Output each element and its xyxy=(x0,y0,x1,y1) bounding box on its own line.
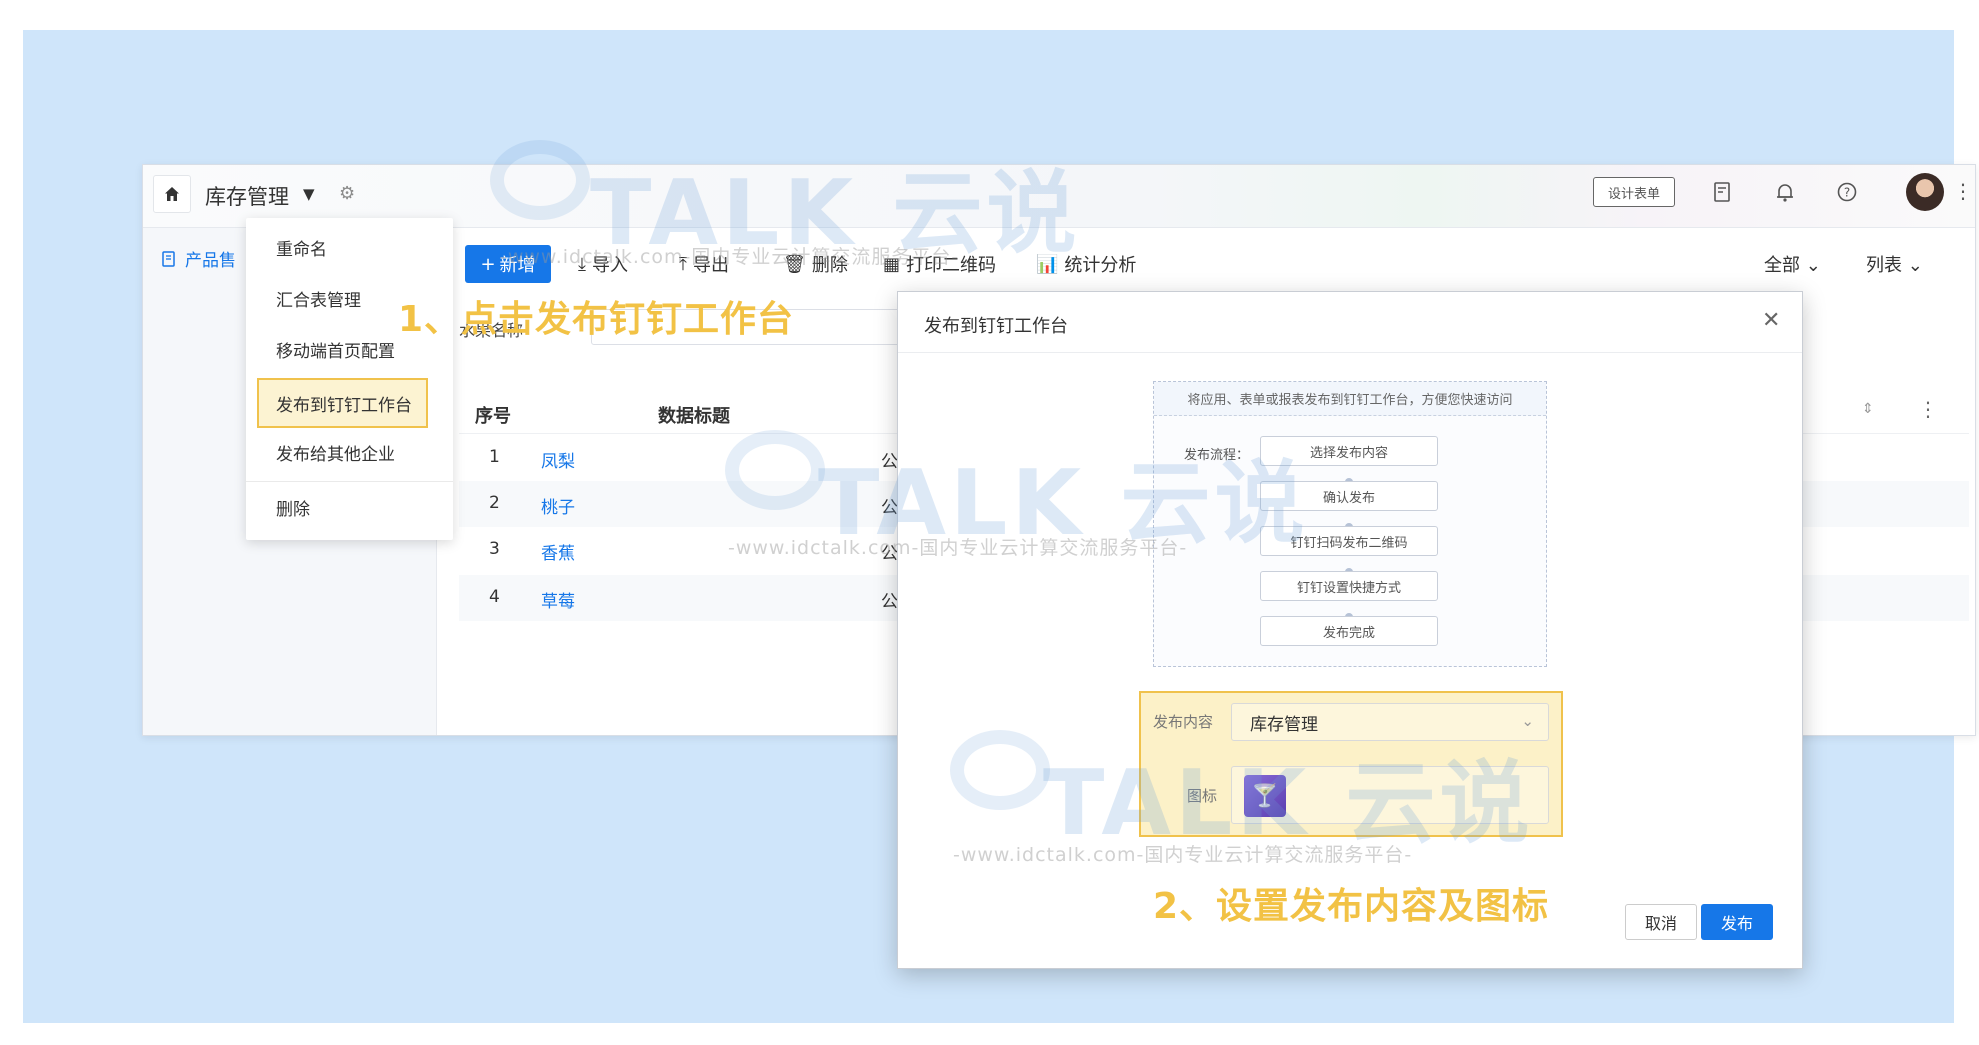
bell-icon[interactable] xyxy=(1771,177,1799,207)
menu-item-publish-dingtalk[interactable]: 发布到钉钉工作台 xyxy=(257,378,428,428)
form-icon xyxy=(162,250,175,267)
design-form-button[interactable]: 设计表单 xyxy=(1593,177,1675,207)
row-cell: 公 xyxy=(881,592,898,612)
sidebar-item-label: 产品售 xyxy=(185,251,236,271)
sidebar-item-product[interactable]: 产品售 xyxy=(161,246,236,271)
flow-description: 将应用、表单或报表发布到钉钉工作台，方便您快速访问 xyxy=(1154,382,1546,416)
dialog-title: 发布到钉钉工作台 xyxy=(924,316,1068,337)
row-index: 4 xyxy=(489,587,500,607)
row-index: 3 xyxy=(489,539,500,559)
menu-item-rename[interactable]: 重命名 xyxy=(276,235,327,260)
help-icon[interactable]: ? xyxy=(1833,177,1861,207)
flow-step: 钉钉设置快捷方式 xyxy=(1260,571,1438,601)
svg-text:?: ? xyxy=(1844,186,1850,200)
filter-all-dropdown[interactable]: 全部 ⌄ xyxy=(1764,251,1821,277)
menu-item-aggregate-table[interactable]: 汇合表管理 xyxy=(276,286,361,311)
more-icon[interactable]: ⋮ xyxy=(1918,397,1938,421)
cancel-button[interactable]: 取消 xyxy=(1625,904,1697,940)
watermark-tagline: -www.idctalk.com-国内专业云计算交流服务平台- xyxy=(728,537,1188,559)
app-title[interactable]: 库存管理 xyxy=(205,181,289,211)
chevron-down-icon[interactable]: ▼ xyxy=(303,185,315,203)
home-button[interactable] xyxy=(153,175,191,213)
close-icon[interactable]: ✕ xyxy=(1762,308,1780,333)
app-settings-menu: 重命名 汇合表管理 移动端首页配置 发布到钉钉工作台 发布给其他企业 删除 xyxy=(246,218,453,540)
publish-button[interactable]: 发布 xyxy=(1701,904,1773,940)
home-icon xyxy=(165,187,179,201)
watermark-tagline: -www.idctalk.com-国内专业云计算交流服务平台- xyxy=(500,246,960,268)
watermark-logo xyxy=(725,430,825,510)
column-header[interactable]: 数据标题 xyxy=(658,402,730,428)
row-title-link[interactable]: 香蕉 xyxy=(541,539,575,564)
chevron-down-icon: ⌄ xyxy=(1907,255,1923,276)
plus-icon: + xyxy=(480,253,496,275)
chevron-down-icon: ⌄ xyxy=(1521,712,1534,730)
watermark-tagline: -www.idctalk.com-国内专业云计算交流服务平台- xyxy=(953,844,1413,866)
form-icon[interactable] xyxy=(1708,177,1736,207)
row-index: 1 xyxy=(489,447,500,467)
column-header[interactable]: 序号 xyxy=(475,402,511,428)
sort-icon[interactable]: ⇕ xyxy=(1862,401,1874,417)
row-title-link[interactable]: 桃子 xyxy=(541,493,575,518)
avatar[interactable] xyxy=(1906,173,1944,211)
content-label: 发布内容 xyxy=(1153,713,1214,731)
view-list-dropdown[interactable]: 列表 ⌄ xyxy=(1866,251,1923,277)
flow-step: 发布完成 xyxy=(1260,616,1438,646)
watermark-logo xyxy=(950,730,1050,810)
gear-icon[interactable]: ⚙ xyxy=(339,183,355,204)
menu-item-delete[interactable]: 删除 xyxy=(276,495,310,520)
row-title-link[interactable]: 草莓 xyxy=(541,587,575,612)
menu-item-mobile-home[interactable]: 移动端首页配置 xyxy=(276,337,395,362)
row-title-link[interactable]: 凤梨 xyxy=(541,447,575,472)
dialog-divider xyxy=(898,352,1802,353)
menu-item-publish-other[interactable]: 发布给其他企业 xyxy=(276,440,395,465)
chevron-down-icon: ⌄ xyxy=(1805,255,1821,276)
more-icon[interactable]: ⋮ xyxy=(1953,179,1973,203)
filter-all-label: 全部 xyxy=(1764,255,1800,276)
watermark-logo xyxy=(490,140,590,220)
annotation-step-2: 2、设置发布内容及图标 xyxy=(1153,886,1550,927)
menu-item-label: 发布到钉钉工作台 xyxy=(276,395,412,416)
view-list-label: 列表 xyxy=(1866,255,1902,276)
annotation-step-1: 1、点击发布钉钉工作台 xyxy=(398,299,795,340)
publish-dingtalk-dialog: 发布到钉钉工作台 ✕ 将应用、表单或报表发布到钉钉工作台，方便您快速访问 发布流… xyxy=(897,291,1803,969)
row-index: 2 xyxy=(489,493,500,513)
menu-divider xyxy=(246,481,453,482)
